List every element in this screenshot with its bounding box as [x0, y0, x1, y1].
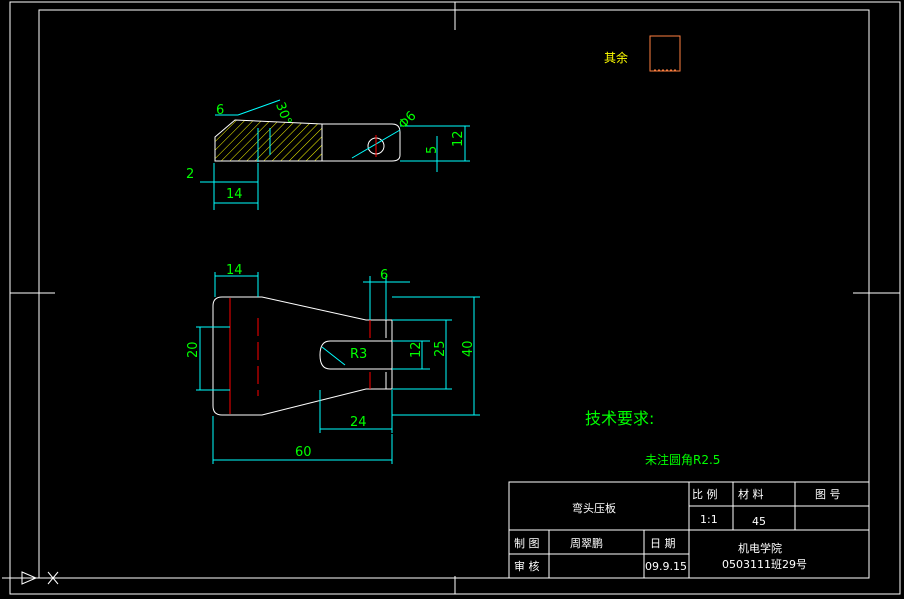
- top-view: 14 6 20 R3 12 25 40 24 60: [186, 263, 480, 464]
- checked-by-label: 审 核: [514, 559, 540, 573]
- drawn-by-name: 周翠鹏: [570, 537, 603, 550]
- date-label: 日 期: [650, 537, 676, 550]
- scale-header: 比 例: [692, 487, 718, 501]
- tech-req-note: 未注圆角R2.5: [645, 452, 720, 467]
- class-id: 0503111班29号: [722, 558, 807, 571]
- dim-5: 5: [425, 146, 440, 154]
- dim-2: 2: [186, 167, 194, 182]
- material-header: 材 料: [738, 487, 764, 501]
- roughness-box: [649, 35, 681, 72]
- part-name: 弯头压板: [572, 501, 616, 515]
- dim-25: 25: [433, 340, 448, 357]
- date-value: 09.9.15: [645, 560, 687, 573]
- title-block: 弯头压板 比 例 材 料 图 号 1:1 45 制 图 周翠鹏 日 期 审 核 …: [508, 481, 870, 579]
- scale-value: 1:1: [700, 513, 718, 526]
- tech-req-title: 技术要求:: [585, 409, 654, 428]
- school-name: 机电学院: [738, 541, 782, 555]
- dim-14-front: 14: [226, 187, 243, 202]
- dim-20: 20: [186, 341, 201, 358]
- dim-60: 60: [295, 445, 312, 460]
- dim-40: 40: [461, 340, 476, 357]
- drawing-no-header: 图 号: [815, 488, 841, 501]
- dim-14-top: 14: [226, 263, 243, 278]
- hatched-section: [214, 119, 323, 162]
- roughness-label: 其余: [604, 50, 628, 65]
- technical-requirements: 技术要求: 未注圆角R2.5: [585, 409, 720, 467]
- dim-12-top: 12: [409, 341, 424, 358]
- cad-drawing-canvas[interactable]: 其余 6 30° Φ6 2 14 5 12 14 6 20 R3 12 25 4…: [0, 0, 904, 599]
- drawing-border: [9, 1, 901, 595]
- material-value: 45: [752, 515, 766, 528]
- dim-24: 24: [350, 415, 367, 430]
- dim-6-front: 6: [216, 103, 224, 118]
- dim-r3: R3: [350, 347, 367, 362]
- dim-12-front: 12: [451, 130, 466, 147]
- front-view: 6 30° Φ6 2 14 5 12: [186, 99, 470, 210]
- surface-roughness-symbol: 其余: [604, 35, 681, 72]
- dim-6-top: 6: [380, 268, 388, 283]
- drawn-by-label: 制 图: [514, 537, 540, 550]
